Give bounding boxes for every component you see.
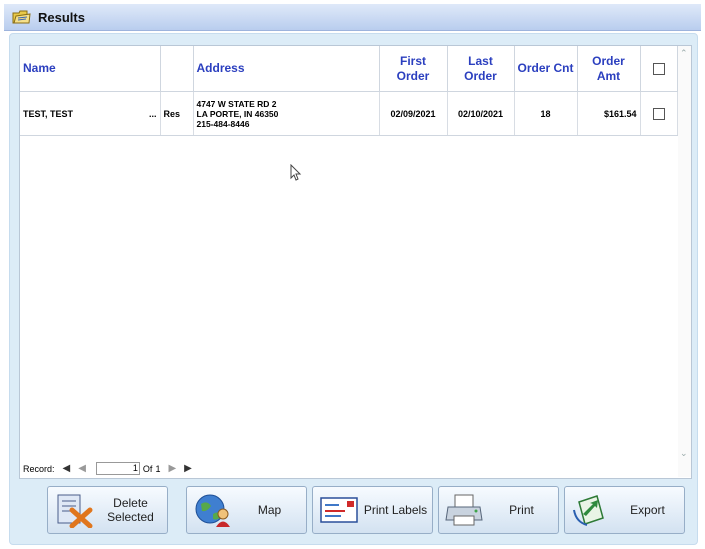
scroll-down-icon[interactable]: ⌄ — [680, 448, 688, 459]
export-icon — [573, 495, 604, 526]
address-line1: 4747 W STATE RD 2 — [196, 98, 277, 109]
results-table: Name Address First Order Last Order Orde… — [20, 46, 678, 136]
folder-notes-icon — [12, 10, 31, 24]
record-total: 1 — [155, 463, 161, 474]
map-label: Map — [257, 503, 282, 517]
record-of-label: Of — [142, 463, 153, 474]
col-header-order-amt[interactable]: Order Amt — [577, 46, 641, 92]
col-header-address[interactable]: Address — [193, 46, 380, 92]
address-cell: 4747 W STATE RD 2 LA PORTE, IN 46350 215… — [193, 91, 380, 136]
print-labels-button[interactable]: Print Labels — [312, 486, 433, 534]
col-header-order-cnt[interactable]: Order Cnt — [514, 46, 578, 92]
type-cell: Res — [160, 91, 194, 136]
globe-person-icon — [195, 494, 230, 527]
first-record-icon[interactable]: ◀︎ — [63, 463, 71, 474]
table-row[interactable]: TEST, TEST ... Res 4747 W STATE RD 2 LA … — [20, 91, 678, 136]
window-titlebar: Results — [4, 4, 701, 31]
mouse-cursor-icon — [290, 164, 302, 181]
order-cnt-cell: 18 — [514, 91, 578, 136]
col-header-first-order[interactable]: First Order — [379, 46, 448, 92]
row-select-checkbox[interactable] — [652, 107, 665, 120]
col-header-select-all — [640, 46, 678, 92]
more-button[interactable]: ... — [149, 109, 157, 119]
col-header-type[interactable] — [160, 46, 194, 92]
delete-selected-label: Delete Selected — [107, 496, 154, 524]
export-button[interactable]: Export — [564, 486, 685, 534]
name-cell: TEST, TEST ... — [20, 91, 161, 136]
next-record-icon[interactable]: ▶︎ — [168, 463, 176, 474]
col-header-name[interactable]: Name — [20, 46, 161, 92]
export-label: Export — [630, 503, 665, 517]
address-line2: LA PORTE, IN 46350 — [196, 108, 279, 119]
map-button[interactable]: Map — [186, 486, 307, 534]
select-cell — [640, 91, 678, 136]
print-label: Print — [509, 503, 534, 517]
customer-name: TEST, TEST — [23, 108, 74, 119]
scroll-up-icon[interactable]: ⌃ — [680, 48, 688, 59]
record-number-input[interactable]: 1 — [95, 462, 140, 475]
last-order-cell: 02/10/2021 — [447, 91, 515, 136]
order-amt-cell: $161.54 — [577, 91, 641, 136]
results-grid: Name Address First Order Last Order Orde… — [19, 45, 692, 479]
delete-document-icon — [57, 494, 93, 528]
table-header-row: Name Address First Order Last Order Orde… — [20, 46, 678, 92]
print-button[interactable]: Print — [438, 486, 559, 534]
record-navigator: Record: ◀︎ ◀︎ 1 Of 1 ▶︎ ▶︎ — [20, 460, 691, 477]
delete-selected-button[interactable]: Delete Selected — [47, 486, 168, 534]
record-label: Record: — [23, 463, 55, 474]
printer-icon — [445, 494, 483, 526]
last-record-icon[interactable]: ▶︎ — [184, 463, 192, 474]
window-title: Results — [38, 9, 85, 25]
label-card-icon — [320, 497, 358, 523]
print-labels-label: Print Labels — [363, 503, 428, 517]
phone-number: 215-484-8446 — [196, 118, 250, 129]
vertical-scrollbar[interactable]: ⌃ ⌄ — [678, 46, 691, 477]
select-all-checkbox[interactable] — [652, 62, 665, 75]
col-header-last-order[interactable]: Last Order — [447, 46, 515, 92]
first-order-cell: 02/09/2021 — [379, 91, 448, 136]
prev-record-icon[interactable]: ◀︎ — [78, 463, 86, 474]
